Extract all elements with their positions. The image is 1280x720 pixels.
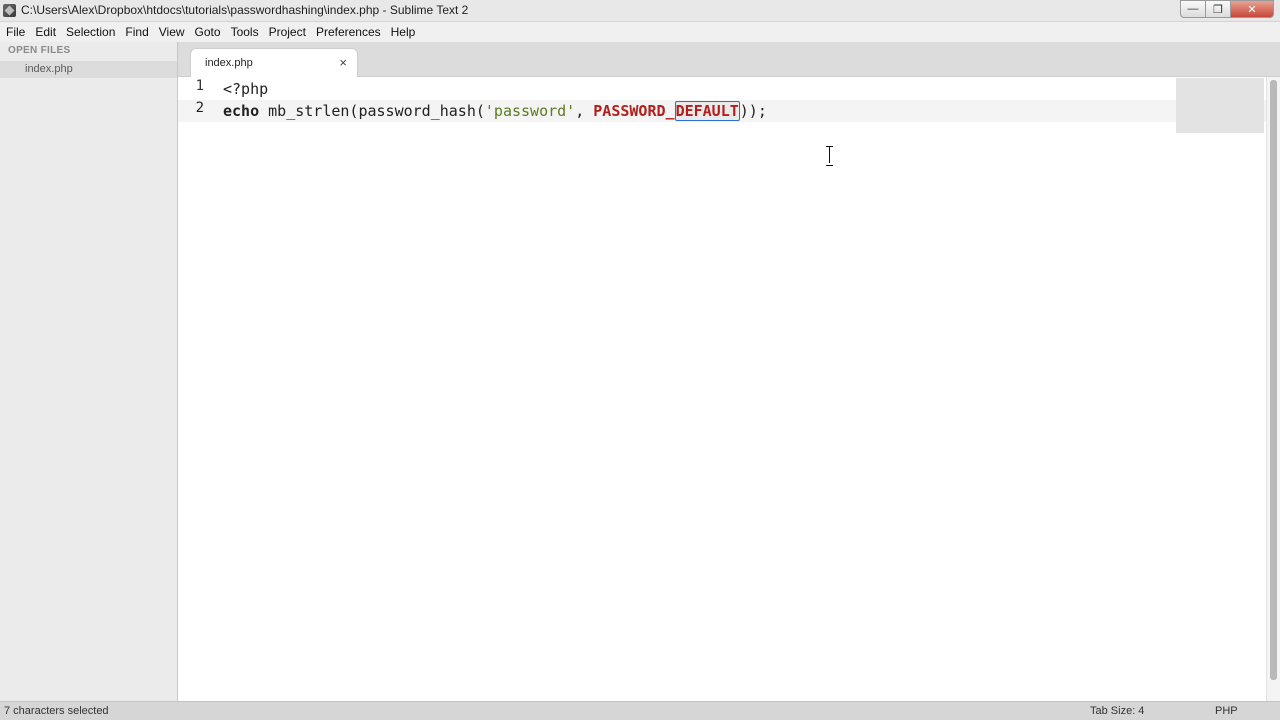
sidebar-file-index-php[interactable]: index.php xyxy=(0,61,177,78)
syntax-indicator[interactable]: PHP xyxy=(1215,705,1238,717)
window-controls: — ❐ ✕ xyxy=(1180,0,1274,18)
sidebar: OPEN FILES index.php xyxy=(0,42,178,701)
comma: , xyxy=(575,102,594,120)
maximize-button[interactable]: ❐ xyxy=(1205,0,1231,18)
sidebar-file-label: index.php xyxy=(25,63,73,75)
code-line-2: echo mb_strlen(password_hash('password',… xyxy=(223,100,767,122)
menu-help[interactable]: Help xyxy=(386,22,421,42)
code-editor[interactable]: 1 2 <?php echo mb_strlen(password_hash('… xyxy=(178,77,1266,701)
tab-label: index.php xyxy=(205,57,253,69)
code-line-1: <?php xyxy=(223,78,268,100)
string-literal: 'password' xyxy=(484,102,576,120)
php-open-tag: <?php xyxy=(223,80,269,98)
menu-selection[interactable]: Selection xyxy=(61,22,120,42)
constant-prefix: PASSWORD_ xyxy=(593,102,675,120)
menu-find[interactable]: Find xyxy=(120,22,153,42)
tab-index-php[interactable]: index.php × xyxy=(190,48,358,78)
close-button[interactable]: ✕ xyxy=(1230,0,1274,18)
line-number: 2 xyxy=(195,100,204,116)
sublime-app-icon xyxy=(3,4,16,17)
status-bar: 7 characters selected Tab Size: 4 PHP xyxy=(0,701,1280,720)
menu-bar: File Edit Selection Find View Goto Tools… xyxy=(0,22,1280,42)
closing-parens: )); xyxy=(739,102,767,120)
menu-tools[interactable]: Tools xyxy=(226,22,264,42)
line-number: 1 xyxy=(195,78,204,94)
minimize-button[interactable]: — xyxy=(1180,0,1206,18)
tab-bar: index.php × xyxy=(178,42,1280,78)
menu-preferences[interactable]: Preferences xyxy=(311,22,386,42)
menu-goto[interactable]: Goto xyxy=(190,22,226,42)
tab-close-icon[interactable]: × xyxy=(339,55,347,70)
title-bar: C:\Users\Alex\Dropbox\htdocs\tutorials\p… xyxy=(0,0,1280,22)
menu-edit[interactable]: Edit xyxy=(30,22,61,42)
menu-project[interactable]: Project xyxy=(264,22,311,42)
text-cursor-icon xyxy=(826,146,834,166)
window-title: C:\Users\Alex\Dropbox\htdocs\tutorials\p… xyxy=(21,3,469,17)
line-number-gutter: 1 2 xyxy=(178,77,216,701)
function-calls: mb_strlen(password_hash( xyxy=(259,102,485,120)
minimap-viewport[interactable] xyxy=(1176,78,1264,133)
scrollbar-thumb[interactable] xyxy=(1270,80,1277,680)
text-selection: DEFAULT xyxy=(674,101,740,121)
menu-file[interactable]: File xyxy=(1,22,30,42)
open-files-header: OPEN FILES xyxy=(8,45,71,56)
tab-size-indicator[interactable]: Tab Size: 4 xyxy=(1090,705,1144,717)
menu-view[interactable]: View xyxy=(154,22,190,42)
keyword-echo: echo xyxy=(223,102,260,120)
selection-status: 7 characters selected xyxy=(4,705,109,717)
